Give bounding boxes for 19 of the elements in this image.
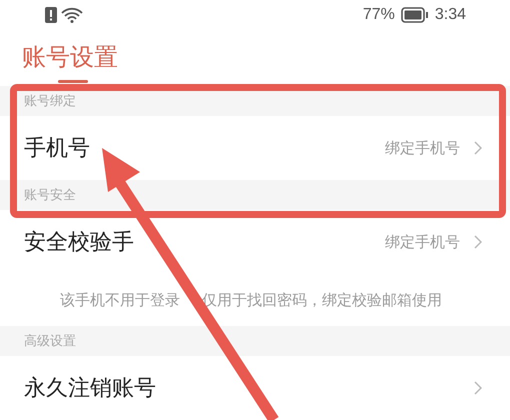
chevron-icon [474, 235, 482, 249]
section-header: 账号绑定 [24, 93, 76, 110]
chevron-icon [474, 141, 482, 155]
row-value: 绑定手机号 [385, 138, 460, 158]
battery-icon [400, 7, 429, 23]
wifi-icon [61, 7, 83, 23]
row-label: 永久注销账号 [24, 375, 157, 403]
tab-indicator [58, 80, 88, 83]
hint-text: 该手机不用于登录 [60, 290, 180, 310]
clock-time: 3:34 [434, 6, 466, 24]
row-label: 安全校验手 [24, 229, 135, 257]
page-title: 账号设置 [22, 42, 118, 72]
chevron-icon [474, 381, 482, 395]
sim-alert-icon [45, 7, 57, 23]
section-header: 账号安全 [24, 187, 76, 204]
row-value: 绑定手机号 [385, 232, 460, 252]
row-label: 手机号 [24, 135, 91, 163]
battery-percent: 77% [362, 6, 395, 24]
section-header: 高级设置 [24, 333, 76, 350]
